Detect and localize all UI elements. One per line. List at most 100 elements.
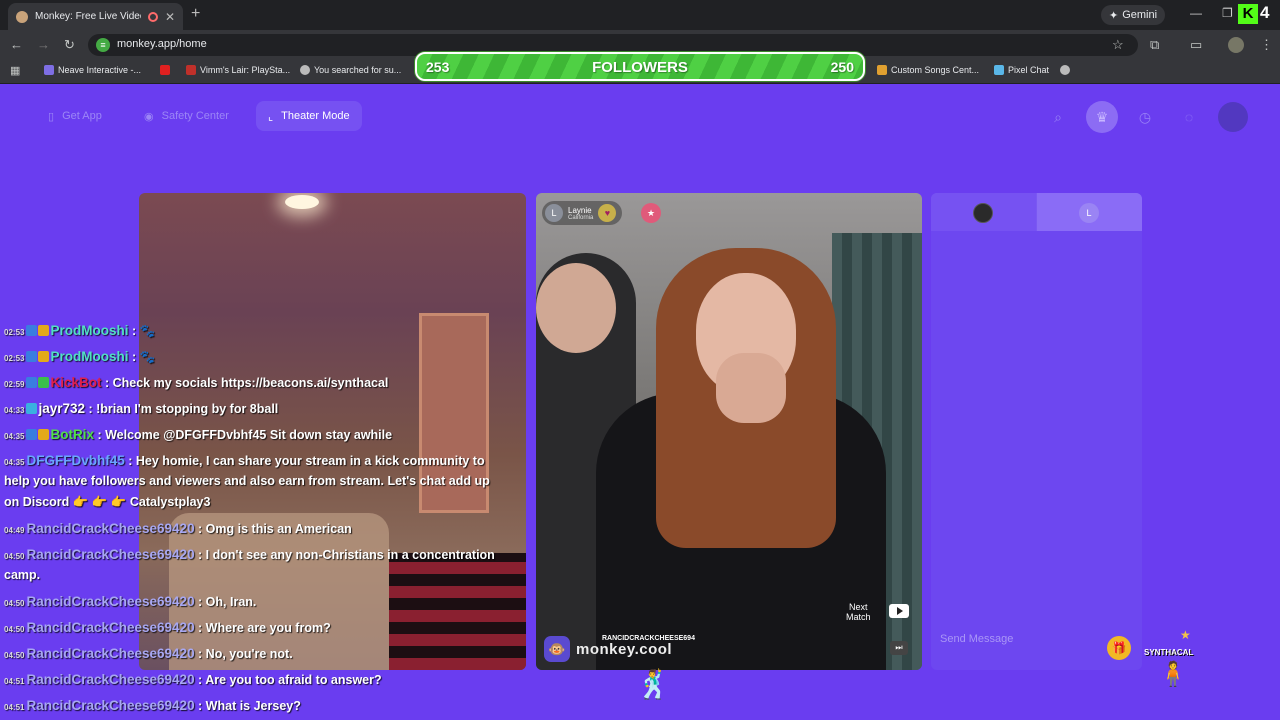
songs-icon <box>877 65 887 75</box>
chat-badge-icon <box>26 351 38 362</box>
heart-icon[interactable]: ♥ <box>598 204 617 222</box>
gemini-button[interactable]: ✦ Gemini <box>1101 5 1166 25</box>
bookmark-search[interactable]: You searched for su... <box>300 65 401 75</box>
chat-text: : No, you're not. <box>194 647 293 661</box>
new-tab-button[interactable]: + <box>191 5 200 23</box>
chat-message: help you have followers and viewers and … <box>4 471 490 492</box>
close-tab-icon[interactable]: ✕ <box>165 10 175 24</box>
theater-mode-label: Theater Mode <box>281 110 350 122</box>
next-match-label[interactable]: Next Match <box>846 602 871 622</box>
chat-message: 04:35 BotRix : Welcome @DFGFFDvbhf45 Sit … <box>4 424 392 447</box>
history-icon[interactable]: ◷ <box>1132 104 1158 130</box>
chat-timestamp: 04:51 <box>4 677 25 686</box>
chat-username[interactable]: ProdMooshi <box>50 323 128 338</box>
send-message-input[interactable]: Send Message <box>940 633 1013 645</box>
forward-icon[interactable]: → <box>37 37 50 52</box>
chat-message: 04:51 RancidCrackCheese69420 : What is Je… <box>4 695 301 718</box>
back-icon[interactable]: ← <box>10 37 23 52</box>
chat-username[interactable]: RancidCrackCheese69420 <box>26 547 194 562</box>
chat-username[interactable]: DFGFFDvbhf45 <box>26 453 124 468</box>
url-text: monkey.app/home <box>117 38 207 50</box>
chat-message: 02:53 ProdMooshi : 🐾 <box>4 346 155 369</box>
theater-mode-button[interactable]: ⌞ Theater Mode <box>256 101 362 131</box>
get-app-label: Get App <box>62 110 102 122</box>
bookmark-globe[interactable] <box>1060 65 1070 75</box>
app-top-nav: ▯ Get App ◉ Safety Center ⌞ Theater Mode… <box>0 85 1280 145</box>
chat-header: L <box>931 193 1142 231</box>
reload-icon[interactable]: ↻ <box>64 37 75 53</box>
user-avatar[interactable] <box>1218 102 1248 132</box>
synthacal-label: SYNTHACAL <box>1144 648 1194 657</box>
skip-icon[interactable]: ⏭ <box>890 641 908 655</box>
watermark-text: monkey.cool <box>576 640 673 658</box>
chat-timestamp: 04:49 <box>4 526 25 535</box>
bookmark-youtube[interactable] <box>160 65 170 75</box>
bookmark-vimm[interactable]: Vimm's Lair: PlaySta... <box>186 65 290 75</box>
restore-icon[interactable]: ❐ <box>1222 6 1233 20</box>
chat-bubble-icon[interactable]: ◌ <box>1176 104 1202 130</box>
peer-location: California <box>568 214 594 221</box>
next-match-button[interactable] <box>889 604 909 618</box>
chat-text: : Check my socials https://beacons.ai/sy… <box>101 376 389 390</box>
safety-center-label: Safety Center <box>161 110 229 122</box>
chat-message: 04:49 RancidCrackCheese69420 : Omg is thi… <box>4 518 352 541</box>
bookmark-custom-songs[interactable]: Custom Songs Cent... <box>877 65 979 75</box>
star-icon: ★ <box>1180 628 1191 642</box>
chat-username[interactable]: RancidCrackCheese69420 <box>26 521 194 536</box>
shield-icon: ◉ <box>144 110 154 123</box>
neave-icon <box>44 65 54 75</box>
chat-text: : What is Jersey? <box>194 699 301 713</box>
chat-username[interactable]: RancidCrackCheese69420 <box>26 646 194 661</box>
bookmark-star-icon[interactable]: ☆ <box>1112 37 1124 53</box>
browser-tab[interactable]: Monkey: Free Live Video Ch ✕ <box>8 3 183 30</box>
crown-icon[interactable]: ♛ <box>1086 101 1118 133</box>
chat-username[interactable]: jayr732 <box>38 401 85 416</box>
minimize-icon[interactable]: — <box>1190 6 1202 20</box>
chat-message: camp. <box>4 565 40 586</box>
chat-username[interactable]: KickBot <box>50 375 101 390</box>
chat-text: : Hey homie, I can share your stream in … <box>124 454 485 468</box>
gift-icon[interactable]: 🎁 <box>1107 636 1131 660</box>
chat-username[interactable]: RancidCrackCheese69420 <box>26 620 194 635</box>
chat-username[interactable]: RancidCrackCheese69420 <box>26 672 194 687</box>
chat-username[interactable]: ProdMooshi <box>50 349 128 364</box>
chat-timestamp: 04:50 <box>4 651 25 660</box>
chat-text: : 🐾 <box>128 350 156 364</box>
chat-timestamp: 02:53 <box>4 354 25 363</box>
chat-timestamp: 04:50 <box>4 625 25 634</box>
chat-text: : Where are you from? <box>194 621 331 635</box>
pixel-chat-icon <box>994 65 1004 75</box>
chat-text: : !brian I'm stopping by for 8ball <box>85 402 279 416</box>
chat-username[interactable]: RancidCrackCheese69420 <box>26 698 194 713</box>
followers-goal-bar: 253 FOLLOWERS 250 <box>415 52 865 81</box>
cast-icon[interactable]: ▭ <box>1190 37 1202 53</box>
chat-badge-icon <box>38 351 50 362</box>
peer-name: Laynie <box>568 205 592 215</box>
next-label-text: Next <box>849 602 868 612</box>
chat-message: on Discord 👉 👉 👉 Catalystplay3 <box>4 492 210 513</box>
chat-text: : Are you too afraid to answer? <box>194 673 382 687</box>
menu-dots-icon[interactable]: ⋮ <box>1260 37 1273 53</box>
kick-logo-icon: K <box>1238 4 1258 24</box>
pixel-character-sprite: 🕺 <box>636 669 671 700</box>
chat-timestamp: 04:50 <box>4 552 25 561</box>
plaid-blanket-scene <box>389 553 526 670</box>
chat-text: : Omg is this an American <box>194 522 352 536</box>
bookmark-neave[interactable]: Neave Interactive -... <box>44 65 141 75</box>
peer-info-tag[interactable]: L Laynie California ♥ <box>542 201 623 225</box>
chat-text: : 🐾 <box>128 324 156 338</box>
extensions-icon[interactable]: ⧉ <box>1150 37 1159 53</box>
safety-center-button[interactable]: ◉ Safety Center <box>132 101 241 131</box>
chat-timestamp: 04:35 <box>4 432 25 441</box>
site-info-icon[interactable]: ≡ <box>96 38 110 52</box>
chat-timestamp: 02:53 <box>4 328 25 337</box>
chat-text: on Discord 👉 👉 👉 Catalystplay3 <box>4 495 211 509</box>
chat-username[interactable]: BotRix <box>50 427 94 442</box>
apps-grid-icon[interactable]: ▦ <box>10 64 20 77</box>
search-icon[interactable]: ⌕ <box>1045 104 1071 130</box>
profile-avatar[interactable] <box>1228 37 1244 53</box>
theater-icon: ⌞ <box>268 110 274 123</box>
get-app-button[interactable]: ▯ Get App <box>36 101 114 131</box>
bookmark-pixel-chat[interactable]: Pixel Chat <box>994 65 1049 75</box>
chat-username[interactable]: RancidCrackCheese69420 <box>26 594 194 609</box>
